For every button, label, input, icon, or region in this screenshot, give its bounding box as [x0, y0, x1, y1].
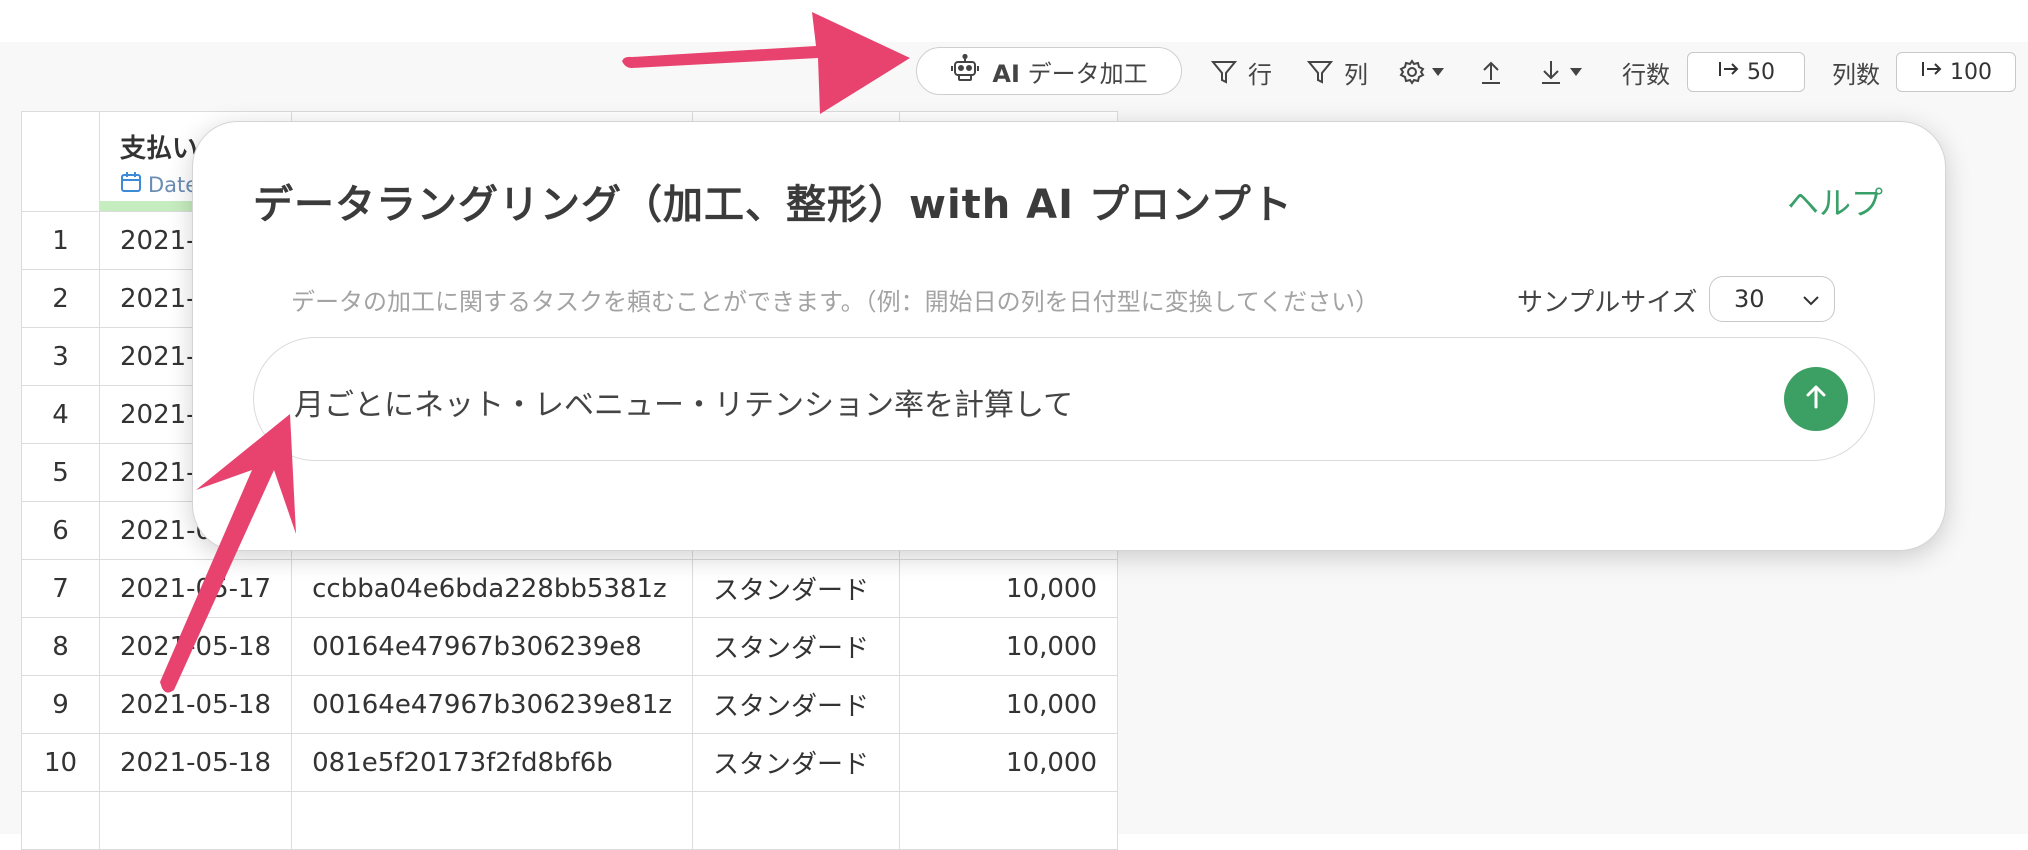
- download-icon: [1538, 58, 1564, 86]
- cell-amount[interactable]: [899, 791, 1119, 850]
- row-number: 5: [21, 443, 100, 502]
- chevron-down-icon: [1802, 285, 1820, 313]
- table-row: 9 2021-05-18 00164e47967b306239e81z スタンダード 1…: [21, 675, 1119, 734]
- table-row: 7 2021-05-17 ccbba04e6bda228bb5381z スタンダード 1…: [21, 559, 1119, 618]
- cell-id[interactable]: [291, 791, 694, 850]
- help-link[interactable]: ヘルプ: [1787, 178, 1883, 224]
- calendar-icon: [120, 171, 142, 198]
- cell-amount[interactable]: 10,000: [899, 733, 1119, 792]
- table-row: 8 2021-05-18 00164e47967b306239e8 スタンダード 10,…: [21, 617, 1119, 676]
- upload-button[interactable]: [1478, 46, 1504, 98]
- col-filter-button[interactable]: 列: [1306, 46, 1368, 98]
- row-number: 10: [21, 733, 100, 792]
- row-number: 9: [21, 675, 100, 734]
- row-number: 6: [21, 501, 100, 560]
- cell-date[interactable]: 2021-05-17: [98, 559, 293, 618]
- rows-count-input[interactable]: 50: [1687, 52, 1805, 92]
- chevron-down-icon: [1430, 66, 1446, 78]
- col-filter-label: 列: [1344, 60, 1368, 89]
- sample-size-select[interactable]: 30: [1709, 276, 1835, 322]
- download-button[interactable]: [1538, 46, 1584, 98]
- dialog-description: データの加工に関するタスクを頼むことができます。（例：開始日の列を日付型に変換し…: [291, 288, 1380, 316]
- chevron-down-icon: [1568, 66, 1584, 78]
- robot-icon: [950, 53, 980, 89]
- column-name: 支払い: [120, 134, 199, 164]
- filter-icon: [1210, 58, 1238, 86]
- cell-date[interactable]: 2021-05-18: [98, 733, 293, 792]
- cell-plan[interactable]: スタンダード: [692, 617, 901, 676]
- cell-plan[interactable]: [692, 791, 901, 850]
- cell-date[interactable]: 2021-05-18: [98, 675, 293, 734]
- cell-id[interactable]: 00164e47967b306239e81z: [291, 675, 694, 734]
- dialog-title: データラングリング（加工、整形）with AI プロンプト: [253, 182, 1293, 228]
- rows-label: 行数: [1622, 60, 1670, 89]
- settings-button[interactable]: [1398, 46, 1446, 98]
- row-number-header: [21, 111, 100, 212]
- cell-amount[interactable]: 10,000: [899, 559, 1119, 618]
- row-number: 4: [21, 385, 100, 444]
- cell-date[interactable]: 2021-05-18: [98, 617, 293, 676]
- cols-count-value: 100: [1950, 59, 1992, 85]
- row-filter-button[interactable]: 行: [1210, 46, 1272, 98]
- table-row: 10 2021-05-18 081e5f20173f2fd8bf6b スタンダード 10…: [21, 733, 1119, 792]
- arrow-right-bar-icon: [1920, 59, 1944, 85]
- row-number: 8: [21, 617, 100, 676]
- cell-plan[interactable]: スタンダード: [692, 559, 901, 618]
- ai-prompt-dialog: データラングリング（加工、整形）with AI プロンプト ヘルプ データの加工…: [192, 121, 1946, 551]
- cell-id[interactable]: 081e5f20173f2fd8bf6b: [291, 733, 694, 792]
- ai-button-label: AI データ加工: [992, 59, 1148, 88]
- row-filter-label: 行: [1248, 60, 1272, 89]
- cols-label: 列数: [1832, 60, 1880, 89]
- send-button[interactable]: [1784, 367, 1848, 431]
- cell-id[interactable]: ccbba04e6bda228bb5381z: [291, 559, 694, 618]
- cell-date[interactable]: [98, 791, 293, 850]
- arrow-up-icon: [1801, 382, 1831, 416]
- prompt-input[interactable]: 月ごとにネット・レベニュー・リテンション率を計算して: [253, 337, 1875, 461]
- top-band: [0, 0, 2028, 42]
- ai-data-processing-button[interactable]: AI データ加工: [916, 47, 1182, 95]
- prompt-input-text[interactable]: 月ごとにネット・レベニュー・リテンション率を計算して: [294, 380, 1073, 424]
- row-number: 1: [21, 211, 100, 270]
- cell-id[interactable]: 00164e47967b306239e8: [291, 617, 694, 676]
- table-row: [21, 791, 1119, 850]
- row-number: [21, 791, 100, 850]
- row-number: 7: [21, 559, 100, 618]
- arrow-right-bar-icon: [1717, 59, 1741, 85]
- rows-count-value: 50: [1747, 59, 1775, 85]
- cell-plan[interactable]: スタンダード: [692, 733, 901, 792]
- cell-amount[interactable]: 10,000: [899, 617, 1119, 676]
- row-number: 3: [21, 327, 100, 386]
- cell-plan[interactable]: スタンダード: [692, 675, 901, 734]
- cell-amount[interactable]: 10,000: [899, 675, 1119, 734]
- filter-icon: [1306, 58, 1334, 86]
- column-type-label: Date: [148, 172, 199, 197]
- row-number: 2: [21, 269, 100, 328]
- sample-size-label: サンプルサイズ: [1517, 288, 1698, 318]
- upload-icon: [1478, 58, 1504, 86]
- gear-icon: [1398, 58, 1426, 86]
- sample-size-value: 30: [1734, 285, 1765, 313]
- cols-count-input[interactable]: 100: [1896, 52, 2016, 92]
